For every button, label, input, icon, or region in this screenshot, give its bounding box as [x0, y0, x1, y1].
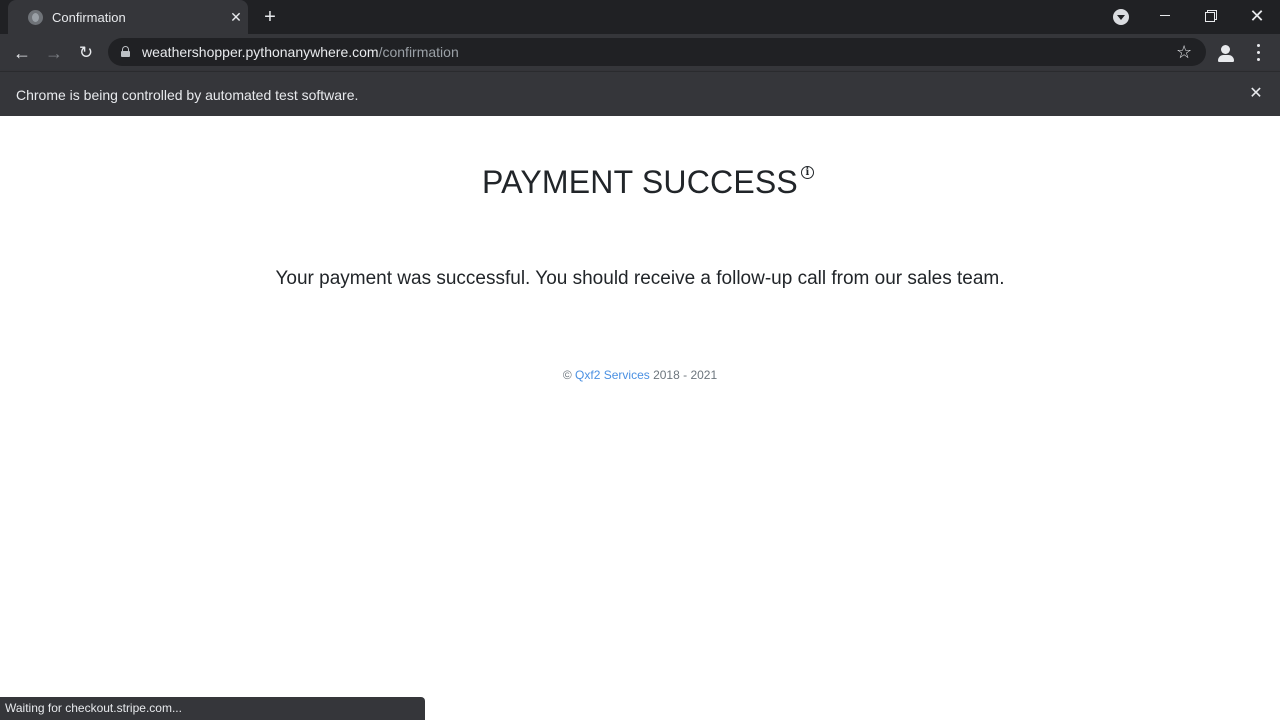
automation-infobar: Chrome is being controlled by automated …: [0, 71, 1280, 116]
qxf2-services-link[interactable]: Qxf2 Services: [575, 368, 650, 382]
close-tab-icon[interactable]: ✕: [226, 7, 246, 27]
minimize-button[interactable]: [1142, 0, 1188, 34]
window-close-button[interactable]: ✕: [1234, 0, 1280, 34]
restore-button[interactable]: [1188, 0, 1234, 34]
globe-icon: [28, 10, 43, 25]
address-bar[interactable]: weathershopper.pythonanywhere.com/confir…: [108, 38, 1206, 66]
profile-icon[interactable]: [1215, 42, 1237, 64]
page-heading: PAYMENT SUCCESS i: [0, 164, 1280, 201]
copyright-symbol: ©: [562, 368, 576, 382]
kebab-menu-icon[interactable]: [1250, 42, 1266, 64]
url-host: weathershopper.pythonanywhere.com: [142, 44, 379, 60]
lock-icon[interactable]: [121, 46, 130, 57]
browser-toolbar: ← → ↻ weathershopper.pythonanywhere.com/…: [0, 34, 1280, 71]
bookmark-star-icon[interactable]: ☆: [1176, 41, 1192, 63]
heading-wrap: PAYMENT SUCCESS i: [482, 164, 814, 201]
forward-arrow-icon[interactable]: →: [41, 40, 67, 66]
infobar-text: Chrome is being controlled by automated …: [16, 87, 359, 103]
reload-icon[interactable]: ↻: [73, 40, 99, 66]
page-content: PAYMENT SUCCESS i Your payment was succe…: [0, 116, 1280, 720]
browser-titlebar: Confirmation ✕ + ✕: [0, 0, 1280, 34]
page-footer: © Qxf2 Services 2018 - 2021: [0, 368, 1280, 382]
url-text[interactable]: weathershopper.pythonanywhere.com/confir…: [142, 44, 459, 60]
back-arrow-icon[interactable]: ←: [9, 40, 35, 66]
browser-tab[interactable]: Confirmation ✕: [8, 0, 248, 34]
infobar-close-icon[interactable]: ✕: [1245, 83, 1267, 105]
new-tab-button[interactable]: +: [259, 6, 281, 28]
status-bubble: Waiting for checkout.stripe.com...: [0, 697, 425, 720]
footer-years: 2018 - 2021: [649, 368, 718, 382]
info-icon[interactable]: i: [800, 166, 814, 179]
tab-search-icon[interactable]: [1113, 9, 1129, 25]
tab-title: Confirmation: [52, 10, 126, 25]
page-title: PAYMENT SUCCESS: [482, 164, 798, 200]
url-path: /confirmation: [378, 44, 459, 60]
success-message: Your payment was successful. You should …: [275, 268, 1005, 289]
